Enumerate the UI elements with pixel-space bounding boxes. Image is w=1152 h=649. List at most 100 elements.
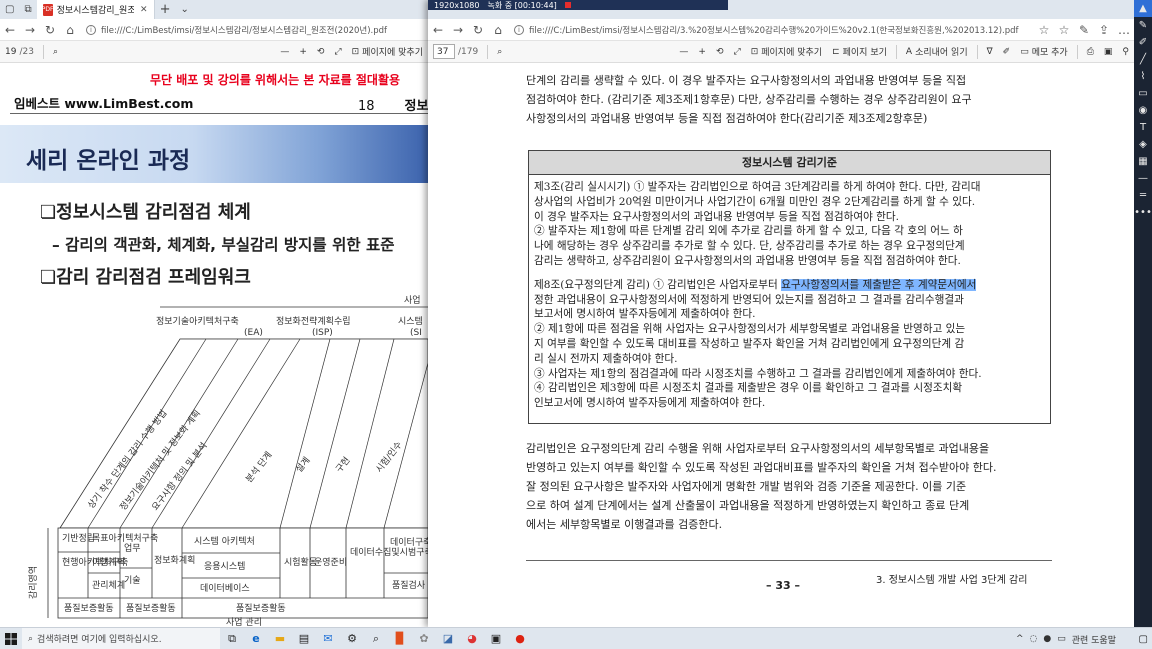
task-view-icon[interactable]: ⧉ xyxy=(220,628,244,649)
grid-icon[interactable]: ▦ xyxy=(1134,153,1152,170)
fit-page-button[interactable]: ⊡ 페이지에 맞추기 xyxy=(347,45,428,59)
favorites-icon[interactable]: ☆ xyxy=(1054,23,1074,37)
cell-target: 목표아키텍처구축 xyxy=(92,532,158,544)
cell-qa-2: 품질보증활동 xyxy=(126,602,176,614)
info-icon: i xyxy=(86,24,96,35)
mail-icon[interactable]: ✉ xyxy=(316,628,340,649)
pin-icon[interactable]: ⚲ xyxy=(1117,47,1134,57)
refresh-icon[interactable]: ↻ xyxy=(40,23,60,37)
line-width-icon[interactable]: ═ xyxy=(1134,187,1152,204)
zoom-out-icon[interactable]: — xyxy=(275,47,294,57)
more-icon[interactable]: … xyxy=(1114,23,1134,37)
article-8-line: 지 여부를 확인할 수 있도록 대비표를 작성하고 발주자 확인을 거쳐 감리법… xyxy=(534,337,965,350)
back-icon[interactable]: ← xyxy=(0,23,20,37)
forward-icon[interactable]: → xyxy=(448,23,468,37)
app-icon[interactable]: ✿ xyxy=(412,628,436,649)
rectangle-icon[interactable]: ▭ xyxy=(1134,85,1152,102)
selected-text[interactable]: 요구사항정의서를 제출받은 후 계약문서에서 xyxy=(781,278,977,291)
fit-page-icon: ⊡ xyxy=(750,46,759,57)
fit-page-label: 페이지에 맞추기 xyxy=(362,48,423,58)
eraser-icon[interactable]: ◈ xyxy=(1134,136,1152,153)
settings-gear-icon[interactable]: ⚙ xyxy=(340,628,364,649)
col-ea-abbr: (EA) xyxy=(244,328,263,338)
closing-line: 잘 정의된 요구사항은 발주자와 사업자에게 명확한 개발 범위와 검증 기준을… xyxy=(526,480,967,493)
edge-browser-icon[interactable]: e xyxy=(244,628,268,649)
draw-icon[interactable]: ∇ xyxy=(982,47,998,57)
header-title: 정보 xyxy=(404,99,428,114)
app-icon[interactable]: ▣ xyxy=(484,628,508,649)
favorite-star-icon[interactable]: ☆ xyxy=(1034,23,1054,37)
file-explorer-icon[interactable]: ▬ xyxy=(268,628,292,649)
header-page: 18 xyxy=(358,99,375,114)
home-icon[interactable]: ⌂ xyxy=(60,23,80,37)
share-icon[interactable]: ⇪ xyxy=(1094,23,1114,37)
fullscreen-icon[interactable]: ⤢ xyxy=(729,47,746,57)
app-icon[interactable]: ◪ xyxy=(436,628,460,649)
line-icon[interactable]: ╱ xyxy=(1134,51,1152,68)
pen-icon[interactable]: ✎ xyxy=(1074,23,1094,37)
zoom-in-icon[interactable]: + xyxy=(693,47,711,57)
pen-icon[interactable]: ✎ xyxy=(1134,17,1152,34)
minus-icon[interactable]: — xyxy=(1134,170,1152,187)
page-number-input[interactable]: 37 xyxy=(433,44,455,59)
search-icon[interactable]: ⌕ xyxy=(492,47,507,57)
col-ea-label: 정보기술아키텍처구축 xyxy=(156,315,239,327)
more-icon[interactable]: ••• xyxy=(1134,204,1152,221)
page-view-button[interactable]: ⊏ 페이지 보기 xyxy=(827,45,892,59)
cell-db: 데이터베이스 xyxy=(200,583,250,594)
window-menu-icon[interactable]: ▢ xyxy=(0,4,19,15)
taskbar-search[interactable]: ⌕ 검색하려면 여기에 입력하십시오. xyxy=(22,627,220,649)
page-number-input[interactable]: 19 xyxy=(5,47,16,57)
store-icon[interactable]: ▤ xyxy=(292,628,316,649)
diagram-top-label: 사업 xyxy=(404,295,421,306)
tray-chevron-up-icon[interactable]: ^ xyxy=(1016,634,1024,644)
home-icon[interactable]: ⌂ xyxy=(488,23,508,37)
box-title: 정보시스템 감리기준 xyxy=(529,151,1050,175)
battery-icon[interactable]: ▭ xyxy=(1057,634,1066,644)
system-tray: ^ ◌ ● ▭ 관련 도움말 xyxy=(1016,628,1116,649)
back-icon[interactable]: ← xyxy=(428,23,448,37)
windows-start-icon[interactable] xyxy=(0,628,22,649)
forward-icon[interactable]: → xyxy=(20,23,40,37)
zoom-in-icon[interactable]: + xyxy=(294,47,312,57)
marker-icon[interactable]: ✐ xyxy=(1134,34,1152,51)
office-icon[interactable]: ▉ xyxy=(388,628,412,649)
fill-icon[interactable]: ◉ xyxy=(1134,102,1152,119)
cell-qa-1: 품질보증활동 xyxy=(64,602,114,614)
add-memo-button[interactable]: ▭ 메모 추가 xyxy=(1015,45,1073,59)
notification-icon[interactable]: ▢ xyxy=(1139,628,1148,649)
refresh-icon[interactable]: ↻ xyxy=(468,23,488,37)
zoom-out-icon[interactable]: — xyxy=(674,47,693,57)
article-3-line: 제3조(감리 실시시기) ① 발주자는 감리법인으로 하여금 3단계감리를 하게… xyxy=(534,181,981,193)
cell-business: 업무 xyxy=(124,543,141,554)
address-bar[interactable]: i file:///C:/LimBest/imsi/정보시스템감리/3.%20정… xyxy=(508,22,1034,38)
rotate-icon[interactable]: ⟲ xyxy=(312,47,330,57)
search-icon[interactable]: ⌕ xyxy=(48,47,63,57)
tab-left-pdf[interactable]: PDF 정보시스템감리_원조전(2020년).pdf ✕ xyxy=(36,0,155,19)
record-icon[interactable]: ● xyxy=(508,628,532,649)
tab-actions-icon[interactable]: ⧉ xyxy=(19,4,36,15)
save-icon[interactable]: ▣ xyxy=(1099,47,1118,57)
cursor-icon[interactable]: ▲ xyxy=(1134,0,1152,17)
search-app-icon[interactable]: ⌕ xyxy=(364,628,388,649)
read-aloud-button[interactable]: A 소리내어 읽기 xyxy=(901,45,973,59)
print-icon[interactable]: ⎙ xyxy=(1082,47,1099,57)
brush-icon[interactable]: ⌇ xyxy=(1134,68,1152,85)
stop-record-icon[interactable] xyxy=(564,2,571,8)
tray-help-text[interactable]: 관련 도움말 xyxy=(1072,633,1116,646)
address-bar[interactable]: i file:///C:/LimBest/imsi/정보시스템감리/정보시스템감… xyxy=(80,22,428,38)
new-tab-icon[interactable]: + xyxy=(155,2,176,17)
recorder-status: 녹화 중 [00:10:44] xyxy=(487,0,557,10)
chrome-icon[interactable]: ◕ xyxy=(460,628,484,649)
close-tab-icon[interactable]: ✕ xyxy=(140,5,148,15)
text-icon[interactable]: T xyxy=(1134,119,1152,136)
article-8-prefix: 제8조(요구정의단계 감리) ① 감리법인은 사업자로부터 xyxy=(534,278,782,291)
highlight-icon[interactable]: ✐ xyxy=(998,47,1016,57)
fit-page-button[interactable]: ⊡ 페이지에 맞추기 xyxy=(746,45,827,59)
mic-icon[interactable]: ● xyxy=(1043,634,1051,644)
closing-line: 감리법인은 요구정의단계 감리 수행을 위해 사업자로부터 요구사항정의서의 세… xyxy=(526,442,990,455)
chevron-down-icon[interactable]: ⌄ xyxy=(176,4,194,15)
rotate-icon[interactable]: ⟲ xyxy=(711,47,729,57)
fullscreen-icon[interactable]: ⤢ xyxy=(329,47,346,57)
network-icon[interactable]: ◌ xyxy=(1030,634,1038,644)
